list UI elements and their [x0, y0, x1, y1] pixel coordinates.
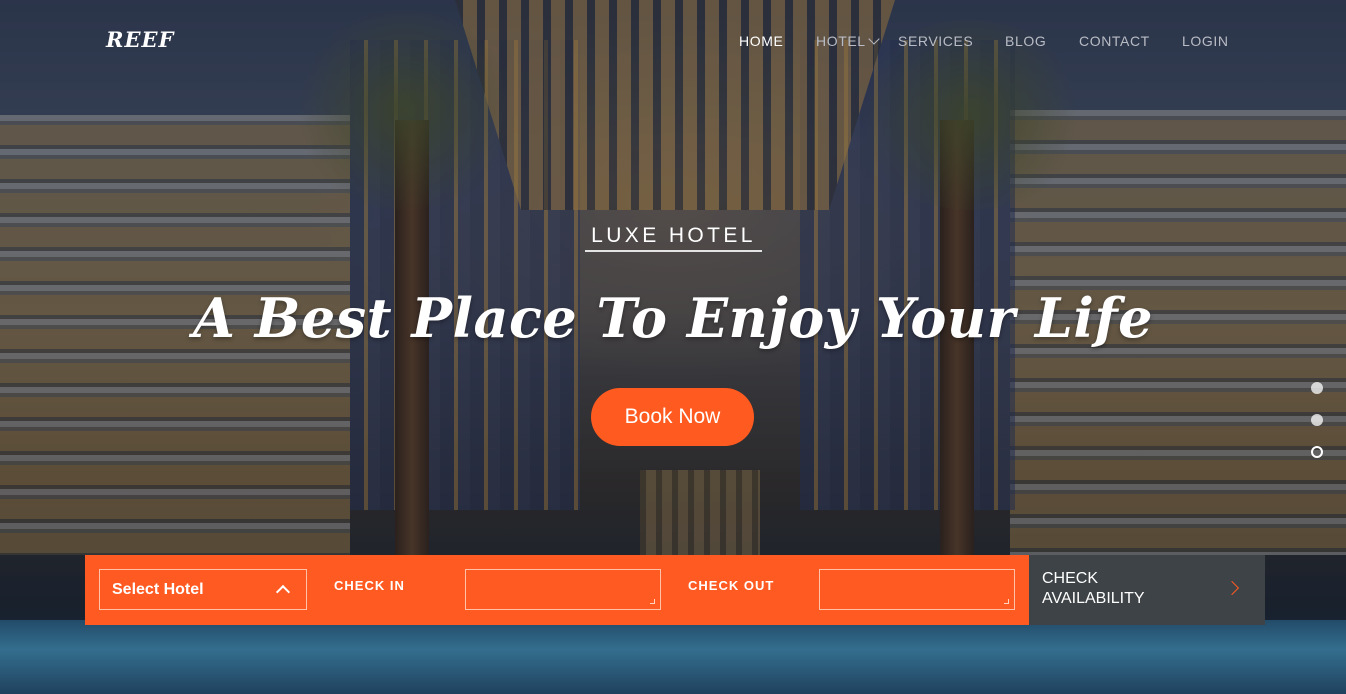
hero-eyebrow: LUXE HOTEL: [585, 224, 762, 252]
nav-item-login[interactable]: LOGIN: [1182, 33, 1229, 49]
nav-item-services[interactable]: SERVICES: [898, 33, 973, 49]
check-out-label: CHECK OUT: [688, 578, 775, 593]
booking-bar: Select Hotel CHECK IN CHECK OUT: [85, 555, 1029, 625]
nav-item-home[interactable]: HOME: [739, 33, 783, 49]
site-logo[interactable]: REEF: [106, 27, 174, 52]
select-hotel-dropdown[interactable]: Select Hotel: [99, 569, 307, 610]
hero-headline: A Best Place To Enjoy Your Life: [193, 286, 1153, 350]
check-in-label: CHECK IN: [334, 578, 405, 593]
check-availability-button[interactable]: CHECK AVAILABILITY: [1029, 555, 1265, 625]
check-out-input[interactable]: [819, 569, 1015, 610]
select-hotel-value: Select Hotel: [112, 581, 204, 598]
chevron-down-icon: [868, 33, 880, 45]
slider-dot-2[interactable]: [1311, 414, 1323, 426]
check-in-input[interactable]: [465, 569, 661, 610]
chevron-up-icon: [275, 584, 291, 600]
slider-dot-1[interactable]: [1311, 382, 1323, 394]
resize-grip-icon: [650, 599, 655, 604]
nav-item-blog[interactable]: BLOG: [1005, 33, 1046, 49]
nav-item-hotel-label: HOTEL: [816, 33, 866, 49]
resize-grip-icon: [1004, 599, 1009, 604]
slider-dot-3[interactable]: [1311, 446, 1323, 458]
nav-item-hotel[interactable]: HOTEL: [816, 33, 880, 49]
book-now-button[interactable]: Book Now: [591, 388, 754, 446]
nav-item-contact[interactable]: CONTACT: [1079, 33, 1150, 49]
